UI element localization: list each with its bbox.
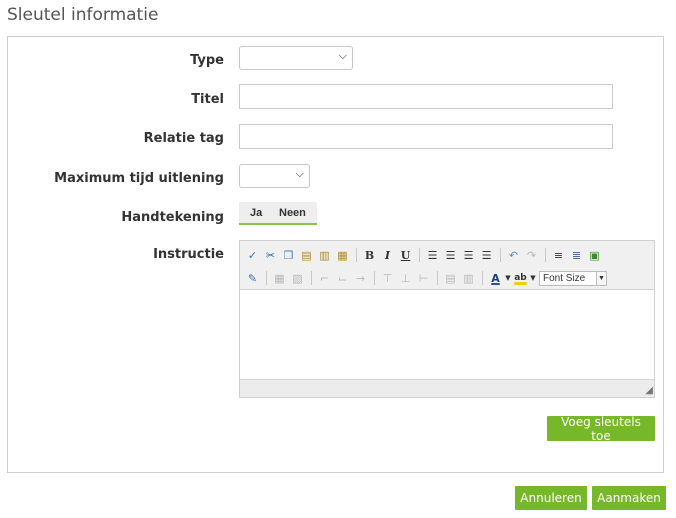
insert-row-after-icon[interactable]: ⌙ <box>334 270 351 287</box>
chevron-down-icon[interactable]: ▼ <box>505 270 511 287</box>
spellcheck-icon[interactable]: ✓ <box>244 247 261 264</box>
toolbar-separator <box>545 248 546 262</box>
insert-image-icon[interactable]: ▣ <box>586 247 603 264</box>
chevron-down-icon: ⌵ <box>295 168 304 180</box>
cut-icon[interactable]: ✂ <box>262 247 279 264</box>
toolbar-separator <box>356 248 357 262</box>
handtekening-toggle[interactable]: Ja Neen <box>239 202 317 225</box>
rich-text-editor[interactable]: ✓ ✂ ❐ ▤ ▥ ▦ B I U ☰ ☰ ☰ ☰ ↶ ↷ ≡ ≣ ▣ ✎ ▦ <box>239 240 655 398</box>
resize-handle-icon[interactable]: ◢ <box>645 385 653 396</box>
copy-icon[interactable]: ❐ <box>280 247 297 264</box>
redo-icon[interactable]: ↷ <box>523 247 540 264</box>
chevron-down-icon[interactable]: ▼ <box>530 270 536 287</box>
relatie-tag-input[interactable] <box>239 124 613 149</box>
align-center-icon[interactable]: ☰ <box>442 247 459 264</box>
chevron-down-icon: ▼ <box>596 271 606 285</box>
toolbar-separator <box>266 271 267 285</box>
editor-toolbar: ✓ ✂ ❐ ▤ ▥ ▦ B I U ☰ ☰ ☰ ☰ ↶ ↷ ≡ ≣ ▣ ✎ ▦ <box>240 241 654 290</box>
align-right-icon[interactable]: ☰ <box>460 247 477 264</box>
handtekening-label: Handtekening <box>121 210 224 225</box>
insert-col-before-icon[interactable]: ⊤ <box>379 270 396 287</box>
font-color-icon[interactable]: A <box>487 270 504 287</box>
toolbar-separator <box>311 271 312 285</box>
titel-label: Titel <box>191 92 224 107</box>
bold-icon[interactable]: B <box>361 247 378 264</box>
paste-word-icon[interactable]: ▦ <box>334 247 351 264</box>
type-select[interactable]: ⌵ <box>239 46 353 70</box>
merge-cells-icon[interactable]: ▤ <box>442 270 459 287</box>
toggle-option-ja[interactable]: Ja <box>250 207 262 219</box>
delete-row-icon[interactable]: → <box>352 270 369 287</box>
toolbar-separator <box>419 248 420 262</box>
insert-row-before-icon[interactable]: ⌐ <box>316 270 333 287</box>
type-label: Type <box>190 53 224 68</box>
paste-icon[interactable]: ▤ <box>298 247 315 264</box>
paste-text-icon[interactable]: ▥ <box>316 247 333 264</box>
toggle-option-neen[interactable]: Neen <box>279 207 306 219</box>
relatie-tag-label: Relatie tag <box>143 131 224 146</box>
toolbar-separator <box>437 271 438 285</box>
table-icon[interactable]: ▦ <box>271 270 288 287</box>
page-title: Sleutel informatie <box>7 5 159 25</box>
align-left-icon[interactable]: ☰ <box>424 247 441 264</box>
underline-icon[interactable]: U <box>397 247 414 264</box>
delete-col-icon[interactable]: ⊢ <box>415 270 432 287</box>
add-keys-button[interactable]: Voeg sleutels toe <box>547 415 655 443</box>
insert-col-after-icon[interactable]: ⊥ <box>397 270 414 287</box>
toolbar-separator <box>374 271 375 285</box>
font-size-label: Font Size <box>543 272 586 284</box>
max-time-select[interactable]: ⌵ <box>239 164 310 188</box>
italic-icon[interactable]: I <box>379 247 396 264</box>
font-size-select[interactable]: Font Size ▼ <box>539 270 607 286</box>
numbered-list-icon[interactable]: ≣ <box>568 247 585 264</box>
toolbar-separator <box>500 248 501 262</box>
editor-statusbar: ◢ <box>240 379 654 397</box>
max-time-label: Maximum tijd uitlening <box>54 171 224 186</box>
instructie-label: Instructie <box>153 247 224 262</box>
table-delete-icon[interactable]: ▧ <box>289 270 306 287</box>
create-button[interactable]: Aanmaken <box>592 486 666 510</box>
undo-icon[interactable]: ↶ <box>505 247 522 264</box>
edit-html-icon[interactable]: ✎ <box>244 270 261 287</box>
titel-input[interactable] <box>239 84 613 109</box>
align-justify-icon[interactable]: ☰ <box>478 247 495 264</box>
bullet-list-icon[interactable]: ≡ <box>550 247 567 264</box>
cancel-button[interactable]: Annuleren <box>515 486 587 510</box>
chevron-down-icon: ⌵ <box>338 50 347 62</box>
toolbar-separator <box>482 271 483 285</box>
split-cells-icon[interactable]: ▥ <box>460 270 477 287</box>
highlight-color-icon[interactable]: ab <box>512 270 529 287</box>
